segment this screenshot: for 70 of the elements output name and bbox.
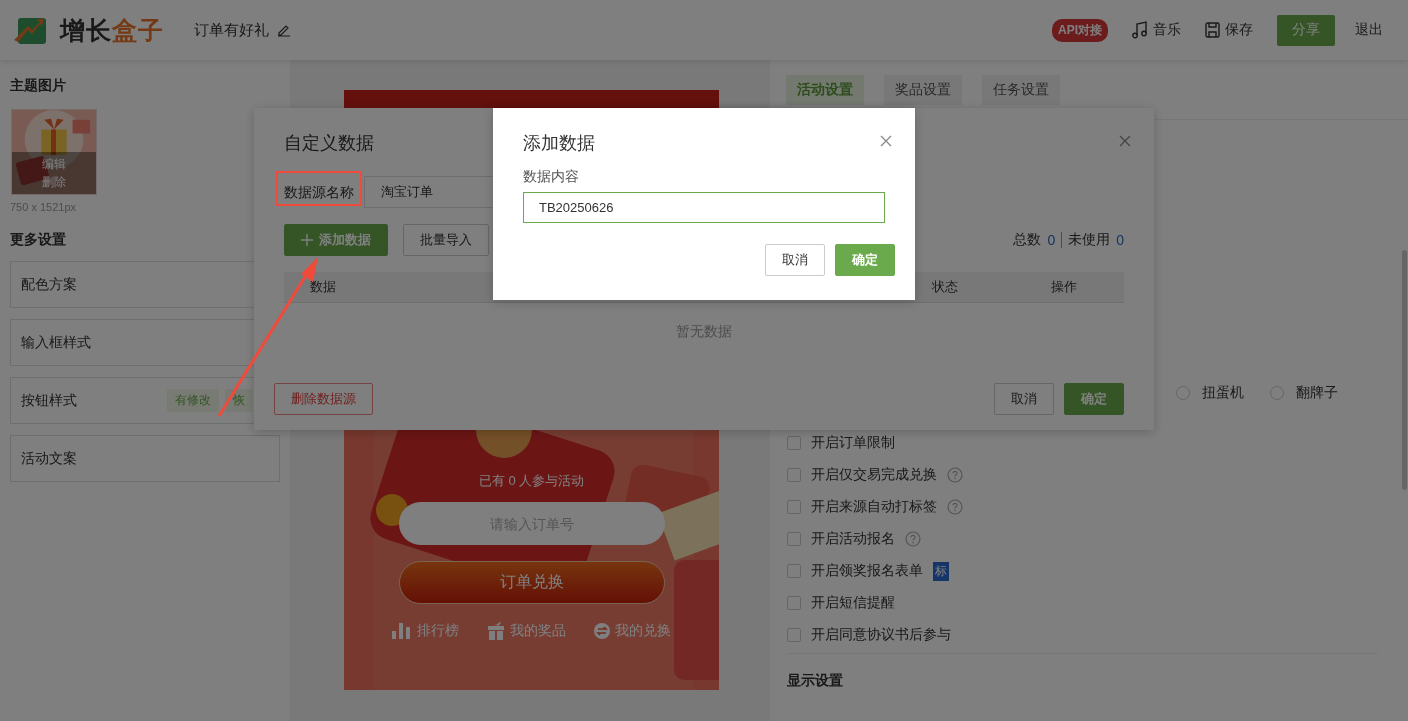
gift-icon [487,622,505,640]
activity-title: 订单有好礼 [194,20,269,40]
plus-icon [301,234,313,246]
logo-text: 增长盒子 [60,14,164,46]
option-label: 开启仅交易完成兑换 [811,466,937,484]
stat-label: 总数 [1013,231,1042,249]
save-icon [1205,22,1220,38]
option-label: 开启活动报名 [811,530,895,548]
checkbox[interactable] [787,532,801,546]
option-label: 开启领奖报名表单 [811,562,923,580]
delete-source-button[interactable]: 删除数据源 [274,383,373,415]
section-heading: 更多设置 [10,230,67,249]
dialog-title: 自定义数据 [284,132,374,155]
share-button[interactable]: 分享 [1277,14,1335,46]
import-button[interactable]: 批量导入 [403,224,489,256]
section-heading: 显示设置 [786,672,844,690]
dialog-title: 添加数据 [523,132,595,155]
thumbnail-action-link[interactable]: 删除 [42,174,66,190]
close-icon[interactable] [880,135,892,147]
bar-chart-icon [392,623,412,639]
settings-item[interactable]: 活动文案 [10,435,280,482]
preview-link[interactable]: 排行榜 [392,622,459,640]
data-content-field[interactable]: TB20250626 [523,192,885,223]
checkbox[interactable] [787,564,801,578]
field-label: 数据内容 [523,168,580,186]
thumbnail-action-link[interactable]: 编辑 [42,156,66,172]
checkbox[interactable] [787,596,801,610]
checkbox[interactable] [787,468,801,482]
cancel-button[interactable]: 取消 [765,244,825,276]
confirm-button[interactable]: 确定 [835,244,895,276]
api-badge[interactable]: API对接 [1052,18,1108,42]
checkbox[interactable] [787,500,801,514]
redeem-button[interactable]: 订单兑换 [398,561,665,604]
checkbox[interactable] [787,436,801,450]
field-label: 数据源名称 [284,183,354,202]
stat-value: 0 [1047,232,1056,248]
section-heading: 主题图片 [10,76,67,95]
pencil-icon[interactable] [277,23,291,37]
option-label: 开启短信提醒 [811,594,895,612]
close-icon[interactable] [1119,135,1131,147]
cancel-button[interactable]: 取消 [994,383,1054,415]
checkbox[interactable] [787,628,801,642]
stat-value: 0 [1116,232,1124,248]
preview-link[interactable]: 我的奖品 [487,622,566,640]
settings-tab[interactable]: 活动设置 [786,75,864,105]
settings-tab[interactable]: 任务设置 [982,75,1060,105]
column-header: 数据 [310,278,336,296]
exit-link[interactable]: 退出 [1355,21,1383,39]
tag-badge: 标 [933,561,949,581]
option-label: 开启订单限制 [811,434,895,452]
music-note-icon [1132,21,1148,39]
option-label: 开启同意协议书后参与 [811,626,951,644]
exchange-icon [594,623,610,639]
settings-tab[interactable]: 奖品设置 [884,75,962,105]
header-action[interactable]: 保存 [1205,21,1253,39]
header-action[interactable]: 音乐 [1132,21,1181,39]
game-mode-radio[interactable]: 翻牌子 [1270,384,1338,402]
scrollbar[interactable] [1402,250,1407,490]
confirm-button[interactable]: 确定 [1064,383,1124,415]
column-header: 操作 [1050,278,1078,296]
add-data-button[interactable]: 添加数据 [284,224,388,256]
column-header: 状态 [931,278,959,296]
status-tag[interactable]: 有修改 [167,389,219,412]
option-label: 开启来源自动打标签 [811,498,937,516]
preview-link[interactable]: 我的兑换 [594,622,671,640]
game-mode-radio[interactable]: 扭蛋机 [1176,384,1244,402]
stat-label: 未使用 [1068,231,1111,249]
participants-text: 已有 0 人参与活动 [478,472,585,490]
status-tag[interactable]: 恢 [225,389,253,412]
logo-icon [14,16,46,44]
